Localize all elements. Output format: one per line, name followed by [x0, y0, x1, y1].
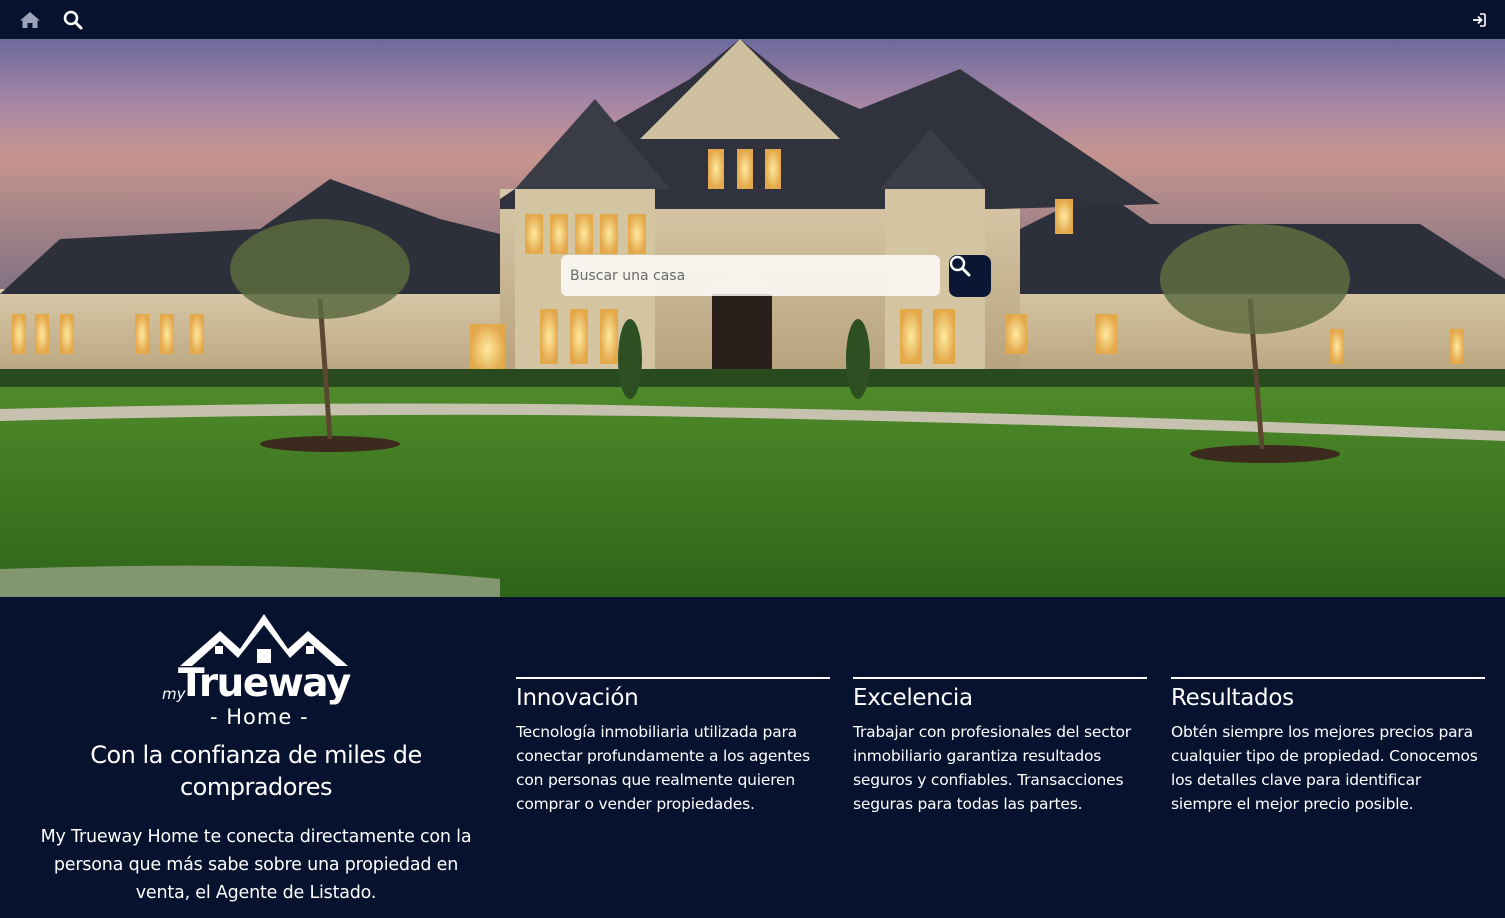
- feature-text: Tecnología inmobiliaria utilizada para c…: [516, 723, 810, 813]
- sign-in-icon[interactable]: [1467, 8, 1491, 32]
- feature-text: Trabajar con profesionales del sector in…: [853, 723, 1131, 813]
- feature-title: Excelencia: [853, 685, 973, 711]
- search-icon[interactable]: [61, 8, 85, 32]
- feature-title: Innovación: [516, 685, 639, 711]
- info-section: my Trueway - Home - Con la confianza de …: [0, 597, 1505, 918]
- hero-house-image: [0, 39, 1505, 597]
- logo-name: Trueway: [178, 661, 351, 706]
- trueway-logo: my Trueway - Home -: [160, 611, 360, 729]
- top-navbar: [0, 0, 1505, 39]
- search-icon: [949, 255, 971, 277]
- feature-results: Resultados Obtén siempre los mejores pre…: [1171, 677, 1485, 816]
- feature-innovation: Innovación Tecnología inmobiliaria utili…: [516, 677, 830, 816]
- house-search-input[interactable]: [561, 255, 940, 296]
- hero-search: [561, 255, 991, 297]
- feature-title: Resultados: [1171, 685, 1294, 711]
- search-submit-button[interactable]: [949, 255, 991, 297]
- feature-excellence: Excelencia Trabajar con profesionales de…: [853, 677, 1147, 816]
- logo-subtitle: - Home -: [210, 705, 309, 729]
- tagline: Con la confianza de miles de compradores: [90, 741, 422, 801]
- brand-column: my Trueway - Home - Con la confianza de …: [40, 597, 472, 918]
- feature-text: Obtén siempre los mejores precios para c…: [1171, 723, 1478, 813]
- hero-banner: [0, 39, 1505, 597]
- home-icon[interactable]: [18, 8, 42, 32]
- intro-text: My Trueway Home te conecta directamente …: [40, 827, 472, 903]
